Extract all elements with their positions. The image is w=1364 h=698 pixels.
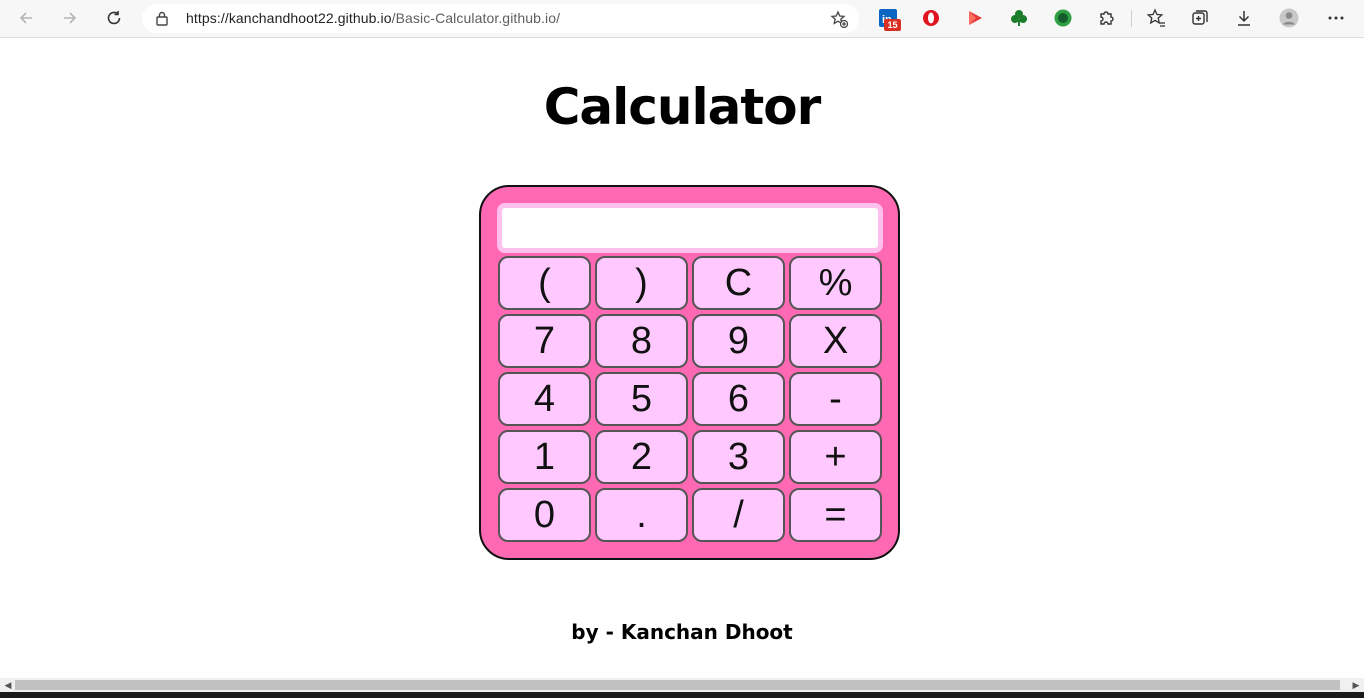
more-options-icon[interactable]: [1325, 7, 1347, 29]
scroll-left-icon[interactable]: ◀: [3, 680, 13, 690]
url-host: https://kanchandhoot22.github.io: [186, 10, 392, 26]
refresh-icon: [107, 11, 121, 25]
key-3[interactable]: 3: [692, 430, 785, 484]
key-clear[interactable]: C: [692, 256, 785, 310]
key-9[interactable]: 9: [692, 314, 785, 368]
key-percent[interactable]: %: [789, 256, 882, 310]
address-bar[interactable]: https://kanchandhoot22.github.io/Basic-C…: [142, 4, 859, 33]
downloads-icon[interactable]: [1233, 7, 1255, 29]
forward-button[interactable]: [55, 4, 85, 32]
key-5[interactable]: 5: [595, 372, 688, 426]
key-2[interactable]: 2: [595, 430, 688, 484]
play-ext-icon[interactable]: [964, 7, 986, 29]
notification-badge: 15: [884, 19, 901, 31]
scrollbar-thumb[interactable]: [15, 680, 1340, 690]
url-text: https://kanchandhoot22.github.io/Basic-C…: [186, 10, 560, 26]
key-close-paren[interactable]: ): [595, 256, 688, 310]
calculator: ( ) C % 7 8 9 X 4 5 6 - 1 2 3 + 0 . / =: [479, 185, 900, 560]
clover-ext-icon[interactable]: [1008, 7, 1030, 29]
keypad: ( ) C % 7 8 9 X 4 5 6 - 1 2 3 + 0 . / =: [498, 256, 882, 542]
profile-avatar-icon[interactable]: [1278, 7, 1300, 29]
favorites-icon[interactable]: [1145, 7, 1167, 29]
key-divide[interactable]: /: [692, 488, 785, 542]
scroll-right-icon[interactable]: ▶: [1351, 680, 1361, 690]
forward-arrow-icon: [64, 12, 77, 24]
calculator-display[interactable]: [497, 203, 883, 253]
key-multiply[interactable]: X: [789, 314, 882, 368]
key-minus[interactable]: -: [789, 372, 882, 426]
key-7[interactable]: 7: [498, 314, 591, 368]
refresh-button[interactable]: [99, 4, 129, 32]
key-open-paren[interactable]: (: [498, 256, 591, 310]
key-4[interactable]: 4: [498, 372, 591, 426]
author-footer: by - Kanchan Dhoot: [571, 620, 793, 644]
lock-icon[interactable]: [155, 11, 169, 26]
toolbar-divider: [1131, 10, 1132, 27]
key-6[interactable]: 6: [692, 372, 785, 426]
browser-toolbar: https://kanchandhoot22.github.io/Basic-C…: [0, 0, 1364, 38]
add-favorite-icon[interactable]: [830, 10, 848, 28]
key-0[interactable]: 0: [498, 488, 591, 542]
collections-icon[interactable]: [1189, 7, 1211, 29]
key-8[interactable]: 8: [595, 314, 688, 368]
key-1[interactable]: 1: [498, 430, 591, 484]
key-plus[interactable]: +: [789, 430, 882, 484]
extensions-puzzle-icon[interactable]: [1096, 7, 1118, 29]
url-path: /Basic-Calculator.github.io/: [391, 10, 561, 26]
opera-ext-icon[interactable]: [920, 7, 942, 29]
back-arrow-icon: [19, 12, 32, 24]
green-circle-ext-icon[interactable]: [1052, 7, 1074, 29]
key-decimal[interactable]: .: [595, 488, 688, 542]
taskbar-edge: [0, 692, 1364, 698]
key-equals[interactable]: =: [789, 488, 882, 542]
back-button[interactable]: [11, 4, 41, 32]
page-title: Calculator: [543, 78, 822, 136]
horizontal-scrollbar[interactable]: ◀ ▶: [0, 678, 1364, 692]
